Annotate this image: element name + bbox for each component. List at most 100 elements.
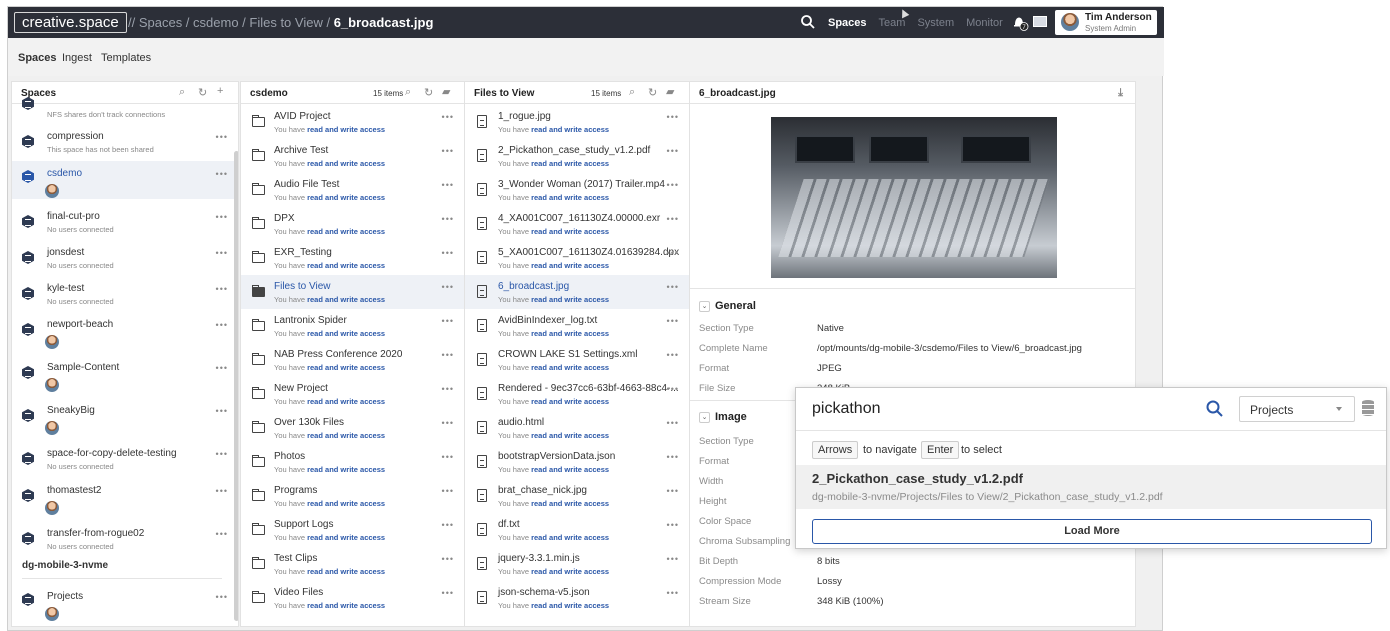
folder-row[interactable]: Support Logs You have read and write acce… — [241, 513, 464, 547]
list-item[interactable]: space-for-copy-delete-testing No users c… — [12, 441, 238, 475]
list-item[interactable]: csdemo ••• — [12, 161, 238, 199]
file-row[interactable]: AvidBinIndexer_log.txt You have read and … — [465, 309, 689, 343]
more-icon[interactable]: ••• — [216, 592, 228, 602]
tab-templates[interactable]: Templates — [101, 52, 151, 64]
file-row[interactable]: 5_XA001C007_161130Z4.01639284.dpx You hav… — [465, 241, 689, 275]
refresh-icon[interactable]: ↻ — [648, 86, 657, 99]
list-item[interactable]: compression This space has not been shar… — [12, 124, 238, 158]
more-icon[interactable]: ••• — [216, 363, 228, 373]
more-icon[interactable]: ••• — [216, 406, 228, 416]
more-icon[interactable]: ••• — [667, 554, 679, 564]
chevron-down-icon[interactable]: ⌄ — [699, 300, 710, 312]
more-icon[interactable]: ••• — [216, 486, 228, 496]
file-row[interactable]: 1_rogue.jpg You have read and write acces… — [465, 105, 689, 139]
more-icon[interactable]: ••• — [442, 520, 454, 530]
more-icon[interactable]: ••• — [667, 384, 679, 394]
folder-row[interactable]: DPX You have read and write access ••• — [241, 207, 464, 241]
list-item[interactable]: newport-beach ••• — [12, 312, 238, 350]
more-icon[interactable]: ••• — [442, 384, 454, 394]
scope-select[interactable]: Projects — [1239, 396, 1355, 422]
file-row[interactable]: jquery-3.3.1.min.js You have read and wri… — [465, 547, 689, 581]
more-icon[interactable]: ••• — [442, 418, 454, 428]
chevron-down-icon[interactable]: ⌄ — [699, 411, 710, 423]
folder-row[interactable]: NAB Press Conference 2020 You have read a… — [241, 343, 464, 377]
database-icon[interactable] — [1362, 400, 1374, 416]
more-icon[interactable]: ••• — [216, 169, 228, 179]
more-icon[interactable]: ••• — [667, 146, 679, 156]
more-icon[interactable]: ••• — [442, 588, 454, 598]
search-icon[interactable] — [800, 14, 816, 30]
more-icon[interactable]: ••• — [667, 418, 679, 428]
more-icon[interactable]: ••• — [667, 588, 679, 598]
tab-spaces[interactable]: Spaces — [18, 52, 57, 64]
more-icon[interactable]: ••• — [216, 212, 228, 222]
list-item[interactable]: Projects ••• — [12, 584, 238, 622]
list-item[interactable]: kyle-test No users connected ••• — [12, 276, 238, 310]
more-icon[interactable]: ••• — [442, 282, 454, 292]
list-item[interactable]: thomastest2 ••• — [12, 478, 238, 516]
section-image[interactable]: ⌄ Image — [699, 411, 747, 423]
more-icon[interactable]: ••• — [667, 282, 679, 292]
bell-icon[interactable]: 7 — [1012, 14, 1030, 31]
load-more-button[interactable]: Load More — [812, 519, 1372, 544]
folder-row[interactable]: Video Files You have read and write acces… — [241, 581, 464, 615]
more-icon[interactable]: ••• — [667, 520, 679, 530]
file-row[interactable]: 3_Wonder Woman (2017) Trailer.mp4 You hav… — [465, 173, 689, 207]
nav-spaces[interactable]: Spaces — [828, 17, 867, 29]
more-icon[interactable]: ••• — [667, 214, 679, 224]
app-logo[interactable]: creative.space — [14, 12, 127, 33]
folder-row[interactable]: Files to View You have read and write acc… — [241, 275, 464, 309]
file-row[interactable]: CROWN LAKE S1 Settings.xml You have read … — [465, 343, 689, 377]
folder-row[interactable]: Archive Test You have read and write acce… — [241, 139, 464, 173]
scrollbar[interactable] — [234, 151, 238, 621]
folder-row[interactable]: New Project You have read and write acces… — [241, 377, 464, 411]
list-item[interactable]: SneakyBig ••• — [12, 398, 238, 436]
list-item[interactable]: final-cut-pro No users connected ••• — [12, 204, 238, 238]
more-icon[interactable]: ••• — [442, 112, 454, 122]
folder-row[interactable]: Programs You have read and write access ••… — [241, 479, 464, 513]
file-row[interactable]: bootstrapVersionData.json You have read a… — [465, 445, 689, 479]
file-row[interactable]: df.txt You have read and write access ••• — [465, 513, 689, 547]
file-row[interactable]: Rendered - 9ec37cc6-63bf-4663-88c4-... Yo… — [465, 377, 689, 411]
search-icon[interactable]: ⌕ — [629, 86, 635, 99]
file-row[interactable]: audio.html You have read and write access… — [465, 411, 689, 445]
more-icon[interactable]: ••• — [667, 316, 679, 326]
folder-row[interactable]: AVID Project You have read and write acce… — [241, 105, 464, 139]
list-item[interactable]: NFS shares don't track connections — [12, 97, 238, 123]
file-row[interactable]: brat_chase_nick.jpg You have read and wri… — [465, 479, 689, 513]
more-icon[interactable]: ••• — [667, 248, 679, 258]
refresh-icon[interactable]: ↻ — [424, 86, 433, 99]
more-icon[interactable]: ••• — [667, 452, 679, 462]
more-icon[interactable]: ••• — [442, 180, 454, 190]
more-icon[interactable]: ••• — [442, 452, 454, 462]
folder-row[interactable]: Audio File Test You have read and write a… — [241, 173, 464, 207]
folder-row[interactable]: Lantronix Spider You have read and write … — [241, 309, 464, 343]
more-icon[interactable]: ••• — [442, 486, 454, 496]
section-general[interactable]: ⌄ General — [699, 300, 756, 312]
file-row[interactable]: json-schema-v5.json You have read and wri… — [465, 581, 689, 615]
list-item[interactable]: Sample-Content ••• — [12, 355, 238, 393]
search-icon[interactable]: ⌕ — [405, 86, 411, 99]
folder-row[interactable]: Photos You have read and write access ••• — [241, 445, 464, 479]
more-icon[interactable]: ••• — [667, 486, 679, 496]
refresh-icon[interactable]: ↻ — [198, 86, 207, 99]
id-card-icon[interactable] — [1033, 16, 1047, 27]
more-icon[interactable]: ••• — [216, 248, 228, 258]
more-icon[interactable]: ••• — [216, 284, 228, 294]
file-row[interactable]: 4_XA001C007_161130Z4.00000.exr You have r… — [465, 207, 689, 241]
new-folder-icon[interactable]: ▰ — [442, 85, 450, 98]
plus-icon[interactable]: + — [217, 85, 223, 97]
more-icon[interactable]: ••• — [442, 214, 454, 224]
tab-ingest[interactable]: Ingest — [62, 52, 92, 64]
more-icon[interactable]: ••• — [442, 554, 454, 564]
nav-system[interactable]: System — [917, 17, 954, 29]
list-item[interactable]: transfer-from-rogue02 No users connected… — [12, 521, 238, 555]
user-menu[interactable]: Tim Anderson System Admin — [1055, 10, 1157, 35]
more-icon[interactable]: ••• — [216, 529, 228, 539]
breadcrumb-path[interactable]: // Spaces / csdemo / Files to View / — [128, 15, 334, 30]
search-result[interactable]: 2_Pickathon_case_study_v1.2.pdf dg-mobil… — [796, 465, 1386, 509]
search-icon[interactable]: ⌕ — [179, 86, 185, 99]
list-item[interactable]: jonsdest No users connected ••• — [12, 240, 238, 274]
file-row[interactable]: 6_broadcast.jpg You have read and write a… — [465, 275, 689, 309]
more-icon[interactable]: ••• — [442, 350, 454, 360]
